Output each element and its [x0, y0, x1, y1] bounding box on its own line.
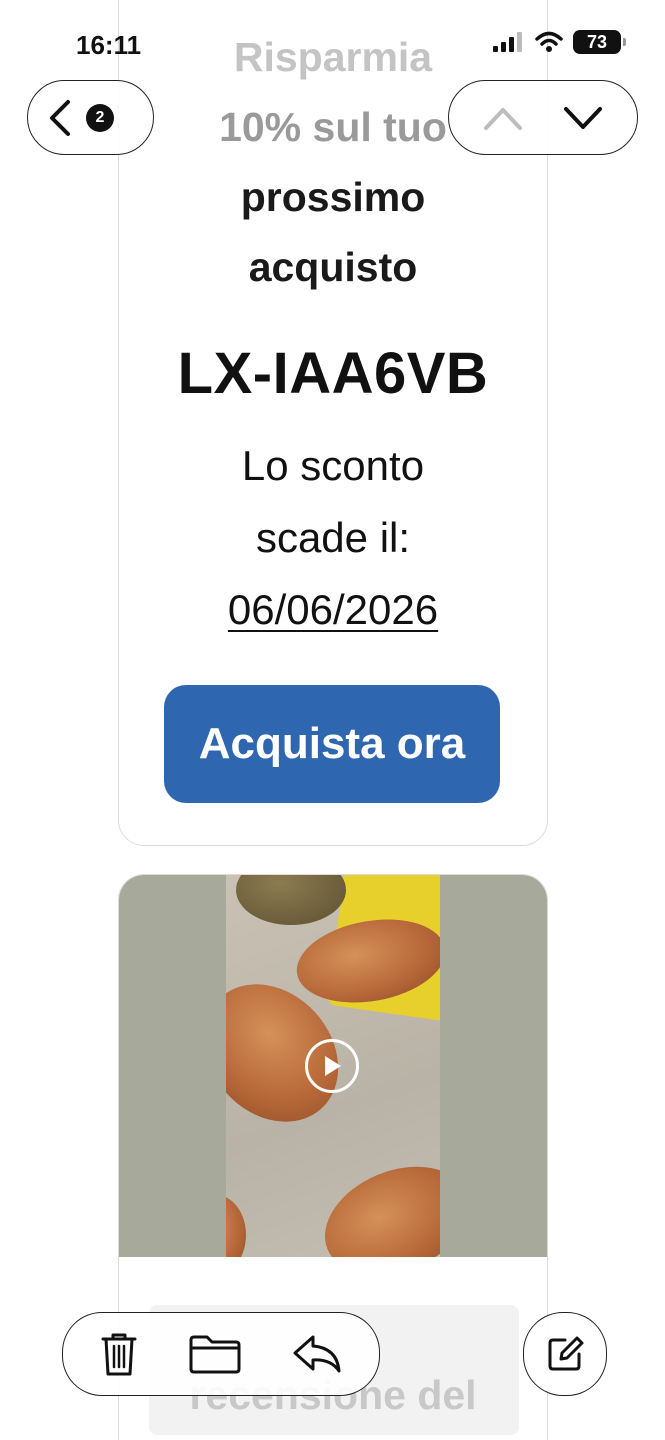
folder-icon[interactable]	[188, 1334, 242, 1374]
unread-count-badge: 2	[86, 103, 114, 132]
trash-icon[interactable]	[99, 1330, 139, 1378]
back-button[interactable]: 2	[27, 80, 154, 155]
video-player[interactable]	[119, 875, 547, 1257]
message-actions-toolbar	[62, 1312, 380, 1396]
chevron-up-icon[interactable]	[483, 105, 523, 131]
expiry-date-link[interactable]: 06/06/2026	[228, 586, 438, 633]
buy-now-button[interactable]: Acquista ora	[164, 685, 500, 803]
wifi-icon	[535, 31, 563, 53]
headline-line-3: prossimo	[240, 174, 426, 220]
mail-message-screen: Risparmia 10% sul tuo prossimo acquisto …	[0, 0, 665, 1440]
cellular-signal-icon	[493, 32, 525, 52]
compose-button[interactable]	[523, 1312, 607, 1396]
promo-headline: Risparmia 10% sul tuo prossimo acquisto	[118, 22, 548, 302]
headline-line-4: acquisto	[248, 244, 418, 290]
discount-code: LX-IAA6VB	[177, 341, 489, 406]
chevron-left-icon	[48, 99, 72, 137]
expiry-line-2: scade il:	[255, 514, 411, 561]
chevron-down-icon[interactable]	[563, 105, 603, 131]
expiry-line-1: Lo sconto	[241, 442, 425, 489]
reply-icon[interactable]	[291, 1333, 343, 1375]
play-icon[interactable]	[305, 1039, 359, 1093]
message-navigation	[448, 80, 638, 155]
compose-icon	[545, 1334, 585, 1374]
status-time: 16:11	[76, 30, 142, 60]
battery-indicator: 73	[573, 30, 626, 54]
status-icons: 73	[493, 30, 626, 54]
expiry-text: Lo sconto scade il: 06/06/2026	[118, 430, 548, 646]
